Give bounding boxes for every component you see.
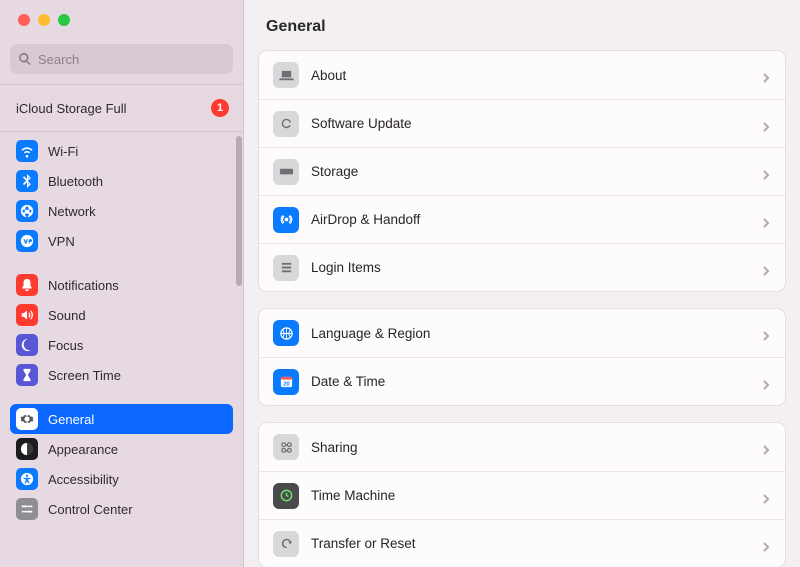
- share-icon: [273, 434, 299, 460]
- sidebar-group-system: General Appearance Accessibility: [10, 404, 233, 524]
- laptop-icon: [273, 62, 299, 88]
- row-label: Sharing: [311, 440, 761, 455]
- sidebar-item-appearance[interactable]: Appearance: [10, 434, 233, 464]
- sidebar-item-sound[interactable]: Sound: [10, 300, 233, 330]
- row-label: Software Update: [311, 116, 761, 131]
- icloud-storage-label: iCloud Storage Full: [16, 101, 127, 116]
- row-login-items[interactable]: Login Items: [259, 243, 785, 291]
- accessibility-icon: [16, 468, 38, 490]
- row-label: Language & Region: [311, 326, 761, 341]
- row-time-machine[interactable]: Time Machine: [259, 471, 785, 519]
- gear-refresh-icon: [273, 111, 299, 137]
- chevron-right-icon: [761, 70, 771, 80]
- row-label: Transfer or Reset: [311, 536, 761, 551]
- list-icon: [273, 255, 299, 281]
- sidebar-group-alerts: Notifications Sound Focus: [10, 270, 233, 390]
- chevron-right-icon: [761, 328, 771, 338]
- sidebar-item-network[interactable]: Network: [10, 196, 233, 226]
- globe-grid-icon: [273, 320, 299, 346]
- row-airdrop-handoff[interactable]: AirDrop & Handoff: [259, 195, 785, 243]
- sidebar-item-label: Appearance: [48, 442, 118, 457]
- sidebar-item-label: Focus: [48, 338, 83, 353]
- scrollbar-thumb[interactable]: [236, 136, 242, 286]
- disk-icon: [273, 159, 299, 185]
- vpn-icon: [16, 230, 38, 252]
- chevron-right-icon: [761, 119, 771, 129]
- sidebar-item-label: Accessibility: [48, 472, 119, 487]
- chevron-right-icon: [761, 377, 771, 387]
- sidebar-item-label: Control Center: [48, 502, 133, 517]
- minimize-window-button[interactable]: [38, 14, 50, 26]
- chevron-right-icon: [761, 491, 771, 501]
- bluetooth-icon: [16, 170, 38, 192]
- chevron-right-icon: [761, 539, 771, 549]
- row-label: Storage: [311, 164, 761, 179]
- chevron-right-icon: [761, 263, 771, 273]
- airdrop-icon: [273, 207, 299, 233]
- row-label: Time Machine: [311, 488, 761, 503]
- sidebar: iCloud Storage Full 1 Wi-Fi Bluetooth: [0, 0, 244, 567]
- sidebar-item-label: Bluetooth: [48, 174, 103, 189]
- sidebar-item-wifi[interactable]: Wi-Fi: [10, 136, 233, 166]
- sidebar-item-general[interactable]: General: [10, 404, 233, 434]
- sidebar-item-control-center[interactable]: Control Center: [10, 494, 233, 524]
- sidebar-item-notifications[interactable]: Notifications: [10, 270, 233, 300]
- sidebar-item-label: Network: [48, 204, 96, 219]
- sidebar-item-bluetooth[interactable]: Bluetooth: [10, 166, 233, 196]
- sidebar-item-label: Screen Time: [48, 368, 121, 383]
- sidebar-item-label: Notifications: [48, 278, 119, 293]
- main-scroll-area: About Software Update Storage: [244, 50, 800, 567]
- svg-text:20: 20: [283, 381, 289, 387]
- clock-icon: [273, 483, 299, 509]
- bell-icon: [16, 274, 38, 296]
- sidebar-group-connectivity: Wi-Fi Bluetooth Network: [10, 136, 233, 256]
- speaker-icon: [16, 304, 38, 326]
- close-window-button[interactable]: [18, 14, 30, 26]
- sidebar-item-label: General: [48, 412, 94, 427]
- gear-icon: [16, 408, 38, 430]
- hourglass-icon: [16, 364, 38, 386]
- sidebar-item-vpn[interactable]: VPN: [10, 226, 233, 256]
- row-label: Date & Time: [311, 374, 761, 389]
- row-label: Login Items: [311, 260, 761, 275]
- panel-general-info: About Software Update Storage: [258, 50, 786, 292]
- row-label: AirDrop & Handoff: [311, 212, 761, 227]
- page-title: General: [244, 0, 800, 50]
- chevron-right-icon: [761, 442, 771, 452]
- row-storage[interactable]: Storage: [259, 147, 785, 195]
- moon-icon: [16, 334, 38, 356]
- sliders-icon: [16, 498, 38, 520]
- main-pane: General About Software Update: [244, 0, 800, 567]
- icloud-storage-alert[interactable]: iCloud Storage Full 1: [0, 85, 243, 131]
- sidebar-item-label: Sound: [48, 308, 86, 323]
- panel-admin: Sharing Time Machine Transfer or Reset: [258, 422, 786, 567]
- sidebar-item-label: VPN: [48, 234, 75, 249]
- calendar-icon: 20: [273, 369, 299, 395]
- chevron-right-icon: [761, 215, 771, 225]
- chevron-right-icon: [761, 167, 771, 177]
- panel-locale: Language & Region 20 Date & Time: [258, 308, 786, 406]
- row-transfer-reset[interactable]: Transfer or Reset: [259, 519, 785, 567]
- sidebar-item-screentime[interactable]: Screen Time: [10, 360, 233, 390]
- row-sharing[interactable]: Sharing: [259, 423, 785, 471]
- search-field-container[interactable]: [10, 44, 233, 74]
- sidebar-scroll-area: Wi-Fi Bluetooth Network: [0, 132, 243, 567]
- fullscreen-window-button[interactable]: [58, 14, 70, 26]
- alert-badge: 1: [211, 99, 229, 117]
- sidebar-item-focus[interactable]: Focus: [10, 330, 233, 360]
- globe-icon: [16, 200, 38, 222]
- row-label: About: [311, 68, 761, 83]
- wifi-icon: [16, 140, 38, 162]
- row-software-update[interactable]: Software Update: [259, 99, 785, 147]
- window-controls: [0, 0, 243, 26]
- search-input[interactable]: [38, 52, 225, 67]
- search-icon: [18, 52, 32, 66]
- sidebar-item-accessibility[interactable]: Accessibility: [10, 464, 233, 494]
- row-about[interactable]: About: [259, 51, 785, 99]
- appearance-icon: [16, 438, 38, 460]
- row-language-region[interactable]: Language & Region: [259, 309, 785, 357]
- refresh-icon: [273, 531, 299, 557]
- row-date-time[interactable]: 20 Date & Time: [259, 357, 785, 405]
- sidebar-item-label: Wi-Fi: [48, 144, 78, 159]
